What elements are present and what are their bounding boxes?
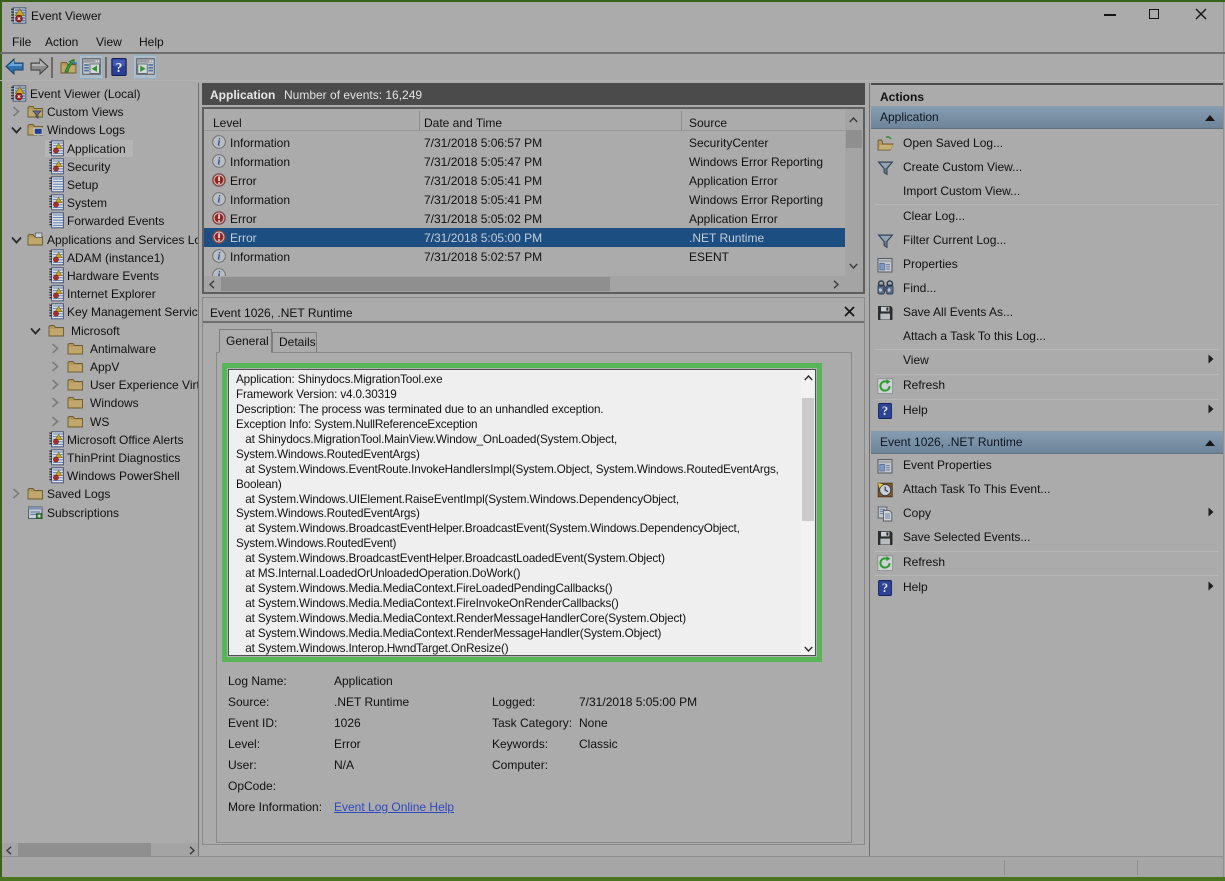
svg-text:i: i [218,195,221,206]
svg-text:?: ? [882,404,888,418]
svg-text:?: ? [116,60,123,75]
svg-text:?: ? [882,581,888,595]
svg-text:i: i [218,138,221,149]
svg-text:i: i [218,252,221,263]
svg-text:i: i [218,157,221,168]
